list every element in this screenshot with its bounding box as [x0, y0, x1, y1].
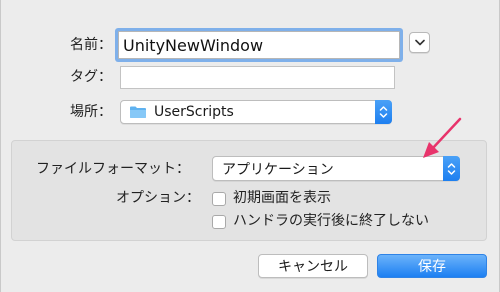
name-value: UnityNewWindow — [123, 35, 264, 55]
where-label: 場所： — [70, 104, 112, 120]
annotation-arrow-icon — [423, 117, 462, 158]
show-startup-screen-checkbox[interactable] — [212, 192, 226, 206]
cancel-button[interactable]: キャンセル — [258, 254, 368, 278]
tags-label: タグ： — [70, 69, 112, 85]
save-button[interactable]: 保存 — [377, 254, 487, 278]
name-label: 名前： — [70, 37, 112, 53]
file-format-value: アプリケーション — [222, 161, 334, 178]
folder-icon — [129, 105, 147, 119]
options-label: オプション： — [116, 190, 200, 206]
tags-field[interactable] — [120, 66, 395, 89]
stay-open-checkbox[interactable] — [212, 215, 226, 229]
chevron-down-icon — [414, 39, 425, 46]
where-value: UserScripts — [154, 104, 234, 120]
name-field[interactable]: UnityNewWindow — [118, 31, 400, 59]
where-stepper-icon — [375, 100, 392, 124]
dialog-left-edge — [0, 0, 1, 292]
stay-open-label[interactable]: ハンドラの実行後に終了しない — [233, 211, 429, 231]
expand-dialog-button[interactable] — [409, 32, 430, 53]
file-format-label: ファイルフォーマット： — [36, 161, 190, 177]
show-startup-screen-label[interactable]: 初期画面を表示 — [233, 188, 331, 208]
save-dialog: 名前： UnityNewWindow タグ： 場所： UserScripts フ… — [0, 0, 500, 292]
where-popup[interactable]: UserScripts — [120, 100, 392, 124]
